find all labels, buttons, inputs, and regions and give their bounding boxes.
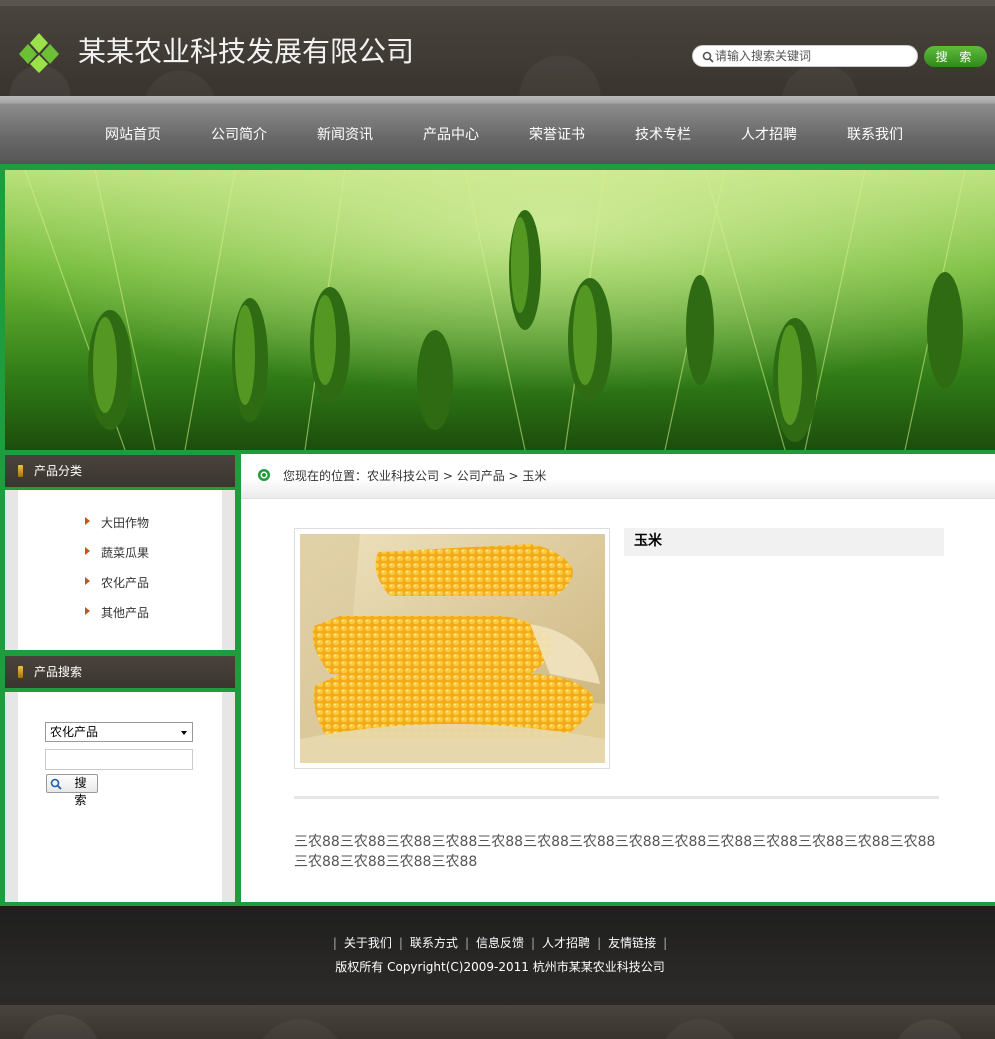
product-keyword-input[interactable] (45, 749, 193, 770)
site-title: 某某农业科技发展有限公司 (78, 35, 415, 68)
nav-item-about[interactable]: 公司简介 (186, 124, 292, 144)
banner-image (5, 170, 995, 450)
arrow-right-icon (85, 547, 90, 555)
breadcrumb-current: 玉米 (522, 469, 547, 483)
product-title: 玉米 (624, 528, 944, 556)
arrow-right-icon (85, 577, 90, 585)
category-item[interactable]: 蔬菜瓜果 (85, 544, 149, 574)
search-icon (702, 51, 714, 63)
product-search-header: 产品搜索 (5, 656, 235, 688)
banner-frame (0, 168, 995, 452)
footer-link-friends[interactable]: 友情链接 (608, 936, 656, 950)
category-item[interactable]: 农化产品 (85, 574, 149, 604)
category-select[interactable]: 农化产品 (45, 722, 193, 742)
header-search-input[interactable] (715, 47, 911, 65)
product-photo-frame (294, 528, 610, 769)
arrow-right-icon (85, 607, 90, 615)
main-nav: 网站首页 公司简介 新闻资讯 产品中心 荣誉证书 技术专栏 人才招聘 联系我们 (0, 96, 995, 168)
nav-item-contact[interactable]: 联系我们 (822, 124, 928, 144)
location-icon (258, 469, 270, 481)
product-search-title: 产品搜索 (34, 665, 83, 679)
nav-item-tech[interactable]: 技术专栏 (610, 124, 716, 144)
footer-link-feedback[interactable]: 信息反馈 (476, 936, 524, 950)
nav-item-jobs[interactable]: 人才招聘 (716, 124, 822, 144)
product-search-button[interactable]: 搜 索 (46, 774, 98, 807)
category-item[interactable]: 其他产品 (85, 604, 149, 634)
breadcrumb-home-link[interactable]: 农业科技公司 (367, 469, 439, 483)
product-photo (300, 534, 605, 763)
header-search-button[interactable]: 搜 索 (924, 46, 987, 67)
header-search-box (692, 45, 918, 67)
sidebar: 产品分类 大田作物 蔬菜瓜果 农化产品 其他产品 产品搜索 农化产品 搜 索 (0, 452, 240, 906)
product-description: 三农88三农88三农88三农88三农88三农88三农88三农88三农88三农88… (294, 834, 936, 870)
chevron-down-icon (181, 731, 187, 735)
footer-link-jobs[interactable]: 人才招聘 (542, 936, 590, 950)
arrow-right-icon (85, 517, 90, 525)
nav-item-products[interactable]: 产品中心 (398, 124, 504, 144)
header-bullet-icon (18, 666, 23, 678)
footer-links: | 关于我们 | 联系方式 | 信息反馈 | 人才招聘 | 友情链接 | (332, 936, 668, 950)
nav-item-home[interactable]: 网站首页 (80, 124, 186, 144)
divider (294, 796, 939, 799)
category-list: 大田作物 蔬菜瓜果 农化产品 其他产品 (85, 514, 149, 634)
logo-icon (19, 33, 59, 73)
nav-item-news[interactable]: 新闻资讯 (292, 124, 398, 144)
header: 某某农业科技发展有限公司 搜 索 (0, 0, 995, 96)
footer: | 关于我们 | 联系方式 | 信息反馈 | 人才招聘 | 友情链接 | 版权所有 Copyrigh… (0, 906, 995, 995)
main-content: 您现在的位置：农业科技公司 > 公司产品 > 玉米 玉米 三农88三农88三农8… (241, 454, 995, 902)
footer-link-about[interactable]: 关于我们 (344, 936, 392, 950)
footer-link-contact[interactable]: 联系方式 (410, 936, 458, 950)
breadcrumb-bar: 您现在的位置：农业科技公司 > 公司产品 > 玉米 (241, 454, 995, 499)
category-item[interactable]: 大田作物 (85, 514, 149, 544)
copyright: 版权所有 Copyright(C)2009-2011 杭州市某某农业科技公司 (335, 960, 665, 974)
breadcrumb-section-link[interactable]: 公司产品 (457, 469, 505, 483)
search-icon (50, 778, 62, 790)
category-header: 产品分类 (5, 455, 235, 487)
product-search-box: 农化产品 搜 索 (5, 692, 235, 902)
category-title: 产品分类 (34, 464, 83, 478)
header-bullet-icon (18, 465, 23, 477)
breadcrumb: 您现在的位置：农业科技公司 > 公司产品 > 玉米 (283, 469, 547, 483)
category-box: 大田作物 蔬菜瓜果 农化产品 其他产品 (5, 490, 235, 650)
bottom-decoration (0, 995, 995, 1039)
nav-item-honors[interactable]: 荣誉证书 (504, 124, 610, 144)
